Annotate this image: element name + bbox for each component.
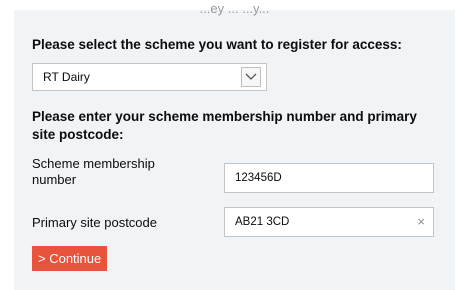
continue-button[interactable]: > Continue xyxy=(32,246,108,271)
clipped-header-text: ...ey ... ...y... xyxy=(199,1,270,16)
scheme-select-value: RT Dairy xyxy=(43,70,90,84)
membership-number-label: Scheme membership number xyxy=(32,156,155,187)
postcode-label: Primary site postcode xyxy=(32,215,157,230)
postcode-value: AB21 3CD xyxy=(235,216,290,228)
membership-number-input[interactable]: 123456D xyxy=(224,163,434,193)
scheme-heading: Please select the scheme you want to reg… xyxy=(32,37,402,52)
membership-number-value: 123456D xyxy=(235,172,282,184)
postcode-input[interactable]: AB21 3CD × xyxy=(224,207,434,237)
page: ...ey ... ...y... Please select the sche… xyxy=(0,0,470,290)
registration-panel: ...ey ... ...y... Please select the sche… xyxy=(14,1,455,290)
scheme-select[interactable]: RT Dairy xyxy=(32,63,267,91)
chevron-down-icon[interactable] xyxy=(241,67,261,87)
clear-icon[interactable]: × xyxy=(417,214,425,230)
membership-heading: Please enter your scheme membership numb… xyxy=(32,109,417,142)
